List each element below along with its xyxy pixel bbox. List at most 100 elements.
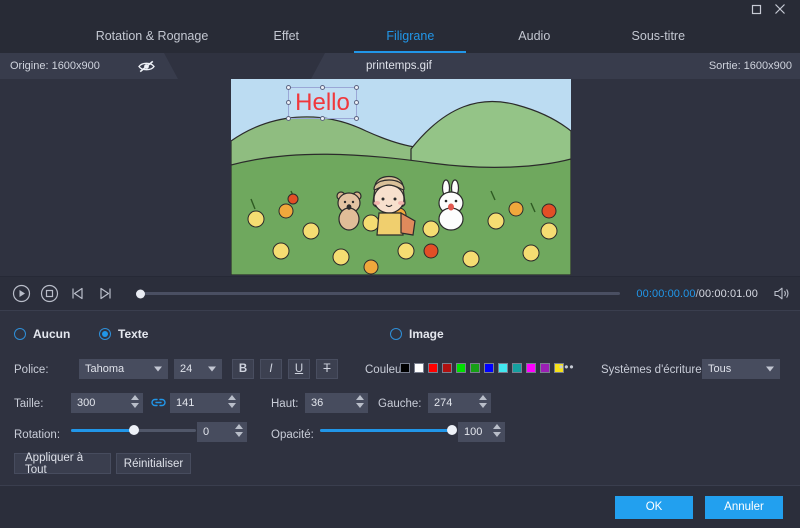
color-swatch-9[interactable] xyxy=(526,363,536,373)
font-size-select[interactable]: 24 xyxy=(174,359,222,379)
tab-sous-titre[interactable]: Sous-titre xyxy=(596,18,720,53)
strikethrough-button[interactable]: T xyxy=(316,359,338,379)
stepper-arrows[interactable] xyxy=(479,395,487,408)
tab-filigrane[interactable]: Filigrane xyxy=(348,18,472,53)
cancel-button[interactable]: Annuler xyxy=(705,495,783,519)
total-time: 00:00:01.00 xyxy=(698,287,758,300)
stepper-arrows[interactable] xyxy=(493,424,501,437)
stepper-down-icon[interactable] xyxy=(235,432,243,437)
stepper-up-icon[interactable] xyxy=(228,395,236,400)
color-swatch-0[interactable] xyxy=(400,363,410,373)
stepper-up-icon[interactable] xyxy=(235,424,243,429)
color-swatch-4[interactable] xyxy=(456,363,466,373)
resize-handle-sw[interactable] xyxy=(286,116,291,121)
stepper-arrows[interactable] xyxy=(228,395,236,408)
watermark-selection-box[interactable]: Hello xyxy=(286,85,359,121)
font-family-select[interactable]: Tahoma xyxy=(79,359,168,379)
skip-next-icon[interactable] xyxy=(94,283,116,305)
watermark-editor-window: Rotation & Rognage Effet Filigrane Audio… xyxy=(0,0,800,528)
playback-progress-track[interactable] xyxy=(136,289,621,298)
top-label: Haut: xyxy=(271,398,299,410)
stepper-up-icon[interactable] xyxy=(131,395,139,400)
video-canvas[interactable]: Hello xyxy=(231,79,571,275)
stop-circle-icon[interactable] xyxy=(38,283,60,305)
color-swatch-7[interactable] xyxy=(498,363,508,373)
radio-aucun[interactable] xyxy=(14,328,26,340)
color-swatch-3[interactable] xyxy=(442,363,452,373)
tab-rotation-rognage[interactable]: Rotation & Rognage xyxy=(80,18,225,53)
color-swatch-5[interactable] xyxy=(470,363,480,373)
underline-label: U xyxy=(294,363,304,375)
mode-text-option[interactable]: Texte xyxy=(99,327,148,341)
size-height-stepper[interactable]: 141 xyxy=(170,393,240,413)
skip-previous-icon[interactable] xyxy=(66,283,88,305)
apply-all-label: Appliquer à Tout xyxy=(25,451,84,476)
stepper-up-icon[interactable] xyxy=(356,395,364,400)
stepper-down-icon[interactable] xyxy=(479,403,487,408)
top-stepper[interactable]: 36 xyxy=(305,393,368,413)
resize-handle-nw[interactable] xyxy=(286,85,291,90)
stepper-arrows[interactable] xyxy=(235,424,243,437)
rotation-slider-knob[interactable] xyxy=(128,425,139,435)
more-colors-button[interactable]: ••• xyxy=(559,360,575,374)
opacity-slider[interactable] xyxy=(320,423,457,437)
bold-button[interactable]: B xyxy=(232,359,254,379)
rotation-stepper[interactable]: 0 xyxy=(197,422,247,442)
resize-handle-e[interactable] xyxy=(354,100,359,105)
stepper-down-icon[interactable] xyxy=(228,403,236,408)
italic-label: I xyxy=(269,363,273,375)
maximize-icon[interactable] xyxy=(744,0,768,18)
color-swatch-10[interactable] xyxy=(540,363,550,373)
tab-label: Sous-titre xyxy=(631,28,686,43)
resize-handle-se[interactable] xyxy=(354,116,359,121)
stepper-down-icon[interactable] xyxy=(131,403,139,408)
watermark-settings-panel: Aucun Texte Image plus-icon+ Police: Tah… xyxy=(0,310,800,485)
eye-off-icon[interactable] xyxy=(136,57,156,75)
radio-texte[interactable] xyxy=(99,328,111,340)
color-swatch-8[interactable] xyxy=(512,363,522,373)
tab-audio[interactable]: Audio xyxy=(472,18,596,53)
size-width-stepper[interactable]: 300 xyxy=(71,393,143,413)
chevron-down-icon xyxy=(766,366,774,372)
mode-image-option[interactable]: Image xyxy=(390,327,444,341)
preview-area: Hello xyxy=(0,79,800,276)
playback-progress-knob[interactable] xyxy=(136,289,145,298)
stepper-down-icon[interactable] xyxy=(356,403,364,408)
reset-button[interactable]: Réinitialiser xyxy=(116,453,191,474)
mode-none-option[interactable]: Aucun xyxy=(14,327,70,341)
timecode: 00:00:00.00/00:00:01.00 xyxy=(636,288,758,300)
resize-handle-ne[interactable] xyxy=(354,85,359,90)
stepper-down-icon[interactable] xyxy=(493,432,501,437)
writing-system-select[interactable]: Tous xyxy=(702,359,780,379)
underline-button[interactable]: U xyxy=(288,359,310,379)
bold-label: B xyxy=(238,363,248,375)
italic-button[interactable]: I xyxy=(260,359,282,379)
left-stepper[interactable]: 274 xyxy=(428,393,491,413)
resize-handle-w[interactable] xyxy=(286,100,291,105)
size-width-value: 300 xyxy=(77,397,96,409)
chevron-down-icon xyxy=(154,366,162,372)
stepper-up-icon[interactable] xyxy=(493,424,501,429)
opacity-slider-knob[interactable] xyxy=(447,425,457,435)
tab-effet[interactable]: Effet xyxy=(224,18,348,53)
play-circle-icon[interactable] xyxy=(10,283,32,305)
info-strip: Origine: 1600x900 printemps.gif Sortie: … xyxy=(0,53,800,79)
resize-handle-s[interactable] xyxy=(319,116,325,121)
rotation-slider[interactable] xyxy=(71,423,196,437)
color-swatch-list xyxy=(400,363,564,373)
radio-image[interactable] xyxy=(390,328,402,340)
stepper-up-icon[interactable] xyxy=(479,395,487,400)
close-icon[interactable] xyxy=(768,0,792,18)
stepper-arrows[interactable] xyxy=(131,395,139,408)
opacity-stepper[interactable]: 100 xyxy=(458,422,505,442)
resize-handle-n[interactable] xyxy=(319,85,325,90)
apply-all-button[interactable]: Appliquer à Tout xyxy=(14,451,111,476)
color-swatch-1[interactable] xyxy=(414,363,424,373)
volume-icon[interactable] xyxy=(773,286,790,301)
left-value: 274 xyxy=(434,397,453,409)
color-swatch-6[interactable] xyxy=(484,363,494,373)
stepper-arrows[interactable] xyxy=(356,395,364,408)
ok-button[interactable]: OK xyxy=(615,495,693,519)
color-swatch-2[interactable] xyxy=(428,363,438,373)
link-icon[interactable] xyxy=(151,396,166,412)
